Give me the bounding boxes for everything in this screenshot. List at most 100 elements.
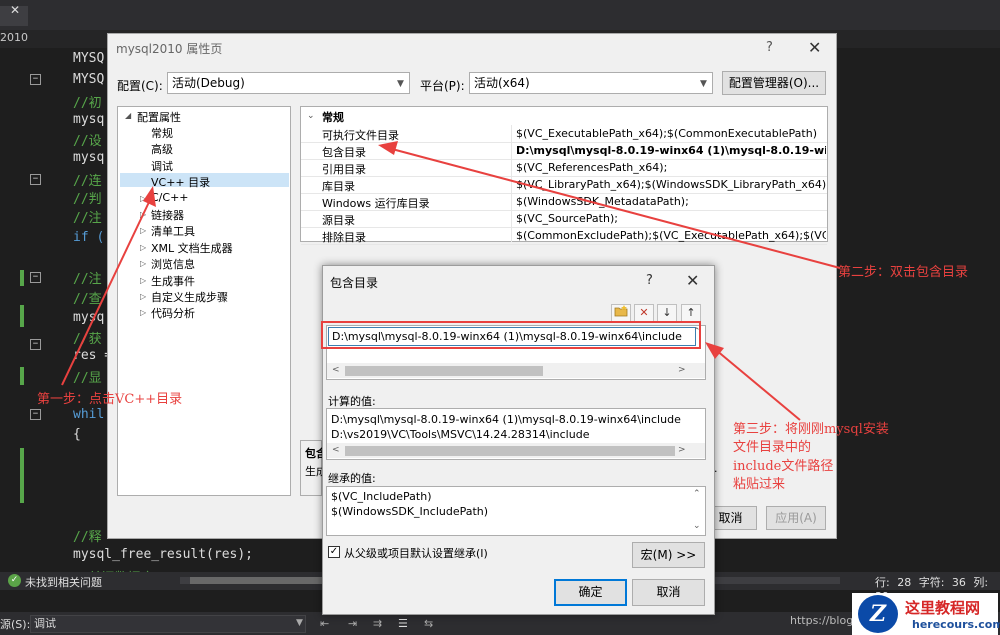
chevron-right-icon[interactable]: > — [678, 365, 686, 375]
grid-row-line — [301, 210, 827, 211]
expand-icon[interactable]: ▷ — [140, 259, 146, 268]
grid-row-name[interactable]: 排除目录 — [322, 229, 366, 245]
grid-row-name[interactable]: Windows 运行库目录 — [322, 195, 430, 211]
tree-root[interactable]: 配置属性 — [137, 109, 181, 125]
code-line: //显 — [73, 371, 102, 386]
tree-item[interactable]: 链接器 — [151, 207, 184, 223]
tree-item[interactable]: 高级 — [151, 141, 173, 157]
grid-row-value[interactable]: D:\mysql\mysql-8.0.19-winx64 (1)\mysql-8… — [516, 144, 826, 157]
code-line: MYSQ — [73, 72, 105, 87]
config-dropdown[interactable]: 活动(Debug) — [167, 72, 410, 94]
expand-icon[interactable]: ▷ — [140, 210, 146, 219]
config-manager-button[interactable]: 配置管理器(O)... — [722, 71, 826, 95]
tree-item[interactable]: 调试 — [151, 158, 173, 174]
close-icon[interactable]: ✕ — [808, 38, 821, 57]
code-line: //获 — [73, 332, 102, 347]
tree-item[interactable]: 代码分析 — [151, 305, 195, 321]
word-wrap-icon[interactable]: ☰ — [398, 617, 408, 630]
inherit-checkbox-label[interactable]: 从父级或项目默认设置继承(I) — [344, 545, 488, 561]
expand-icon[interactable]: ▷ — [140, 308, 146, 317]
tree-item[interactable]: 清单工具 — [151, 223, 195, 239]
source-dropdown[interactable]: 调试 — [30, 615, 306, 633]
grid-row-value[interactable]: $(VC_ExecutablePath_x64);$(CommonExecuta… — [516, 127, 826, 140]
cancel-button[interactable]: 取消 — [632, 579, 705, 606]
delete-icon[interactable]: ✕ — [634, 304, 654, 322]
help-button[interactable]: ? — [646, 273, 653, 288]
code-line: //连 — [73, 174, 102, 189]
grid-row-value[interactable]: $(VC_SourcePath); — [516, 212, 826, 225]
chevron-right-icon[interactable]: > — [678, 445, 686, 455]
change-marker — [20, 270, 24, 286]
new-folder-icon[interactable] — [611, 304, 631, 322]
help-button[interactable]: ? — [766, 40, 773, 55]
grid-row-value[interactable]: $(WindowsSDK_MetadataPath); — [516, 195, 826, 208]
grid-row-value[interactable]: $(CommonExcludePath);$(VC_ExecutablePath… — [516, 229, 826, 242]
code-line: mysq — [73, 150, 105, 165]
collapse-icon[interactable]: − — [30, 339, 41, 350]
directory-edit-field[interactable]: D:\mysql\mysql-8.0.19-winx64 (1)\mysql-8… — [328, 327, 696, 346]
tree-item[interactable]: 生成事件 — [151, 273, 195, 289]
expand-icon[interactable]: ▷ — [140, 243, 146, 252]
tree-item[interactable]: 常规 — [151, 125, 173, 141]
grid-row-name[interactable]: 包含目录 — [322, 144, 366, 160]
evaluated-label: 计算的值: — [328, 395, 376, 408]
annotation-step3-line: 粘贴过来 — [733, 477, 786, 492]
collapse-icon[interactable]: − — [30, 272, 41, 283]
chevron-left-icon[interactable]: < — [332, 365, 340, 375]
platform-dropdown[interactable]: 活动(x64) — [469, 72, 713, 94]
change-marker — [20, 448, 24, 503]
grid-row-value[interactable]: $(VC_LibraryPath_x64);$(WindowsSDK_Libra… — [516, 178, 826, 191]
grid-row-name[interactable]: 库目录 — [322, 178, 355, 194]
chevron-down-icon[interactable]: ⌄ — [307, 111, 315, 121]
chevron-down-icon[interactable]: ▼ — [700, 79, 707, 89]
chevron-down-icon[interactable]: ▼ — [397, 79, 404, 89]
expand-icon[interactable]: ▷ — [140, 292, 146, 301]
code-line: //设 — [73, 134, 102, 149]
annotation-step3-line: 文件目录中的 — [733, 440, 812, 455]
grid-row-name[interactable]: 源目录 — [322, 212, 355, 228]
grid-row-name[interactable]: 引用目录 — [322, 161, 366, 177]
move-down-icon[interactable]: ↓ — [657, 304, 677, 322]
tree-item[interactable]: 浏览信息 — [151, 256, 195, 272]
code-line: //注 — [73, 272, 102, 287]
grid-row-value[interactable]: $(VC_ReferencesPath_x64); — [516, 161, 826, 174]
code-line: //判 — [73, 192, 102, 207]
scrollbar-thumb[interactable] — [345, 366, 543, 376]
tree-item[interactable]: XML 文档生成器 — [151, 240, 233, 256]
chevron-down-icon[interactable]: ▼ — [296, 618, 303, 628]
apply-button[interactable]: 应用(A) — [766, 506, 826, 530]
expand-icon[interactable]: ▷ — [140, 276, 146, 285]
code-line: whil — [73, 407, 105, 422]
tree-item[interactable]: 自定义生成步骤 — [151, 289, 228, 305]
chevron-left-icon[interactable]: < — [332, 445, 340, 455]
chevron-down-icon[interactable]: ⌄ — [693, 521, 701, 531]
grid-row-line — [301, 244, 827, 245]
macro-button[interactable]: 宏(M) >> — [632, 542, 705, 568]
expand-icon[interactable]: ▷ — [140, 194, 146, 203]
code-line: //释 — [73, 530, 102, 545]
grid-row-line — [301, 193, 827, 194]
toolbar-icon[interactable]: ⇉ — [373, 617, 382, 630]
close-icon[interactable]: ✕ — [10, 3, 24, 17]
scrollbar-thumb[interactable] — [345, 446, 675, 456]
chevron-up-icon[interactable]: ⌃ — [693, 327, 701, 337]
chevron-up-icon[interactable]: ⌃ — [693, 489, 701, 499]
grid-row-name[interactable]: 可执行文件目录 — [322, 127, 399, 143]
collapse-icon[interactable]: − — [30, 174, 41, 185]
close-icon[interactable]: ✕ — [686, 271, 699, 290]
tree-item[interactable]: VC++ 目录 — [151, 174, 210, 190]
toolbar-icon[interactable]: ⇤ — [320, 617, 329, 630]
collapse-icon[interactable]: − — [30, 409, 41, 420]
tree-item[interactable]: C/C++ — [151, 191, 189, 204]
inherit-checkbox[interactable]: ✓ — [328, 546, 340, 558]
collapse-icon[interactable]: − — [30, 74, 41, 85]
move-up-icon[interactable]: ↑ — [681, 304, 701, 322]
ide-title-bar — [0, 0, 1000, 30]
expand-icon[interactable]: ▷ — [140, 226, 146, 235]
grid-row-line — [301, 142, 827, 143]
ok-button[interactable]: 确定 — [554, 579, 627, 606]
toolbar-icon[interactable]: ⇆ — [424, 617, 433, 630]
expanded-icon[interactable]: ◢ — [125, 111, 131, 120]
status-char: 字符: 36 — [918, 576, 966, 589]
toolbar-icon[interactable]: ⇥ — [348, 617, 357, 630]
